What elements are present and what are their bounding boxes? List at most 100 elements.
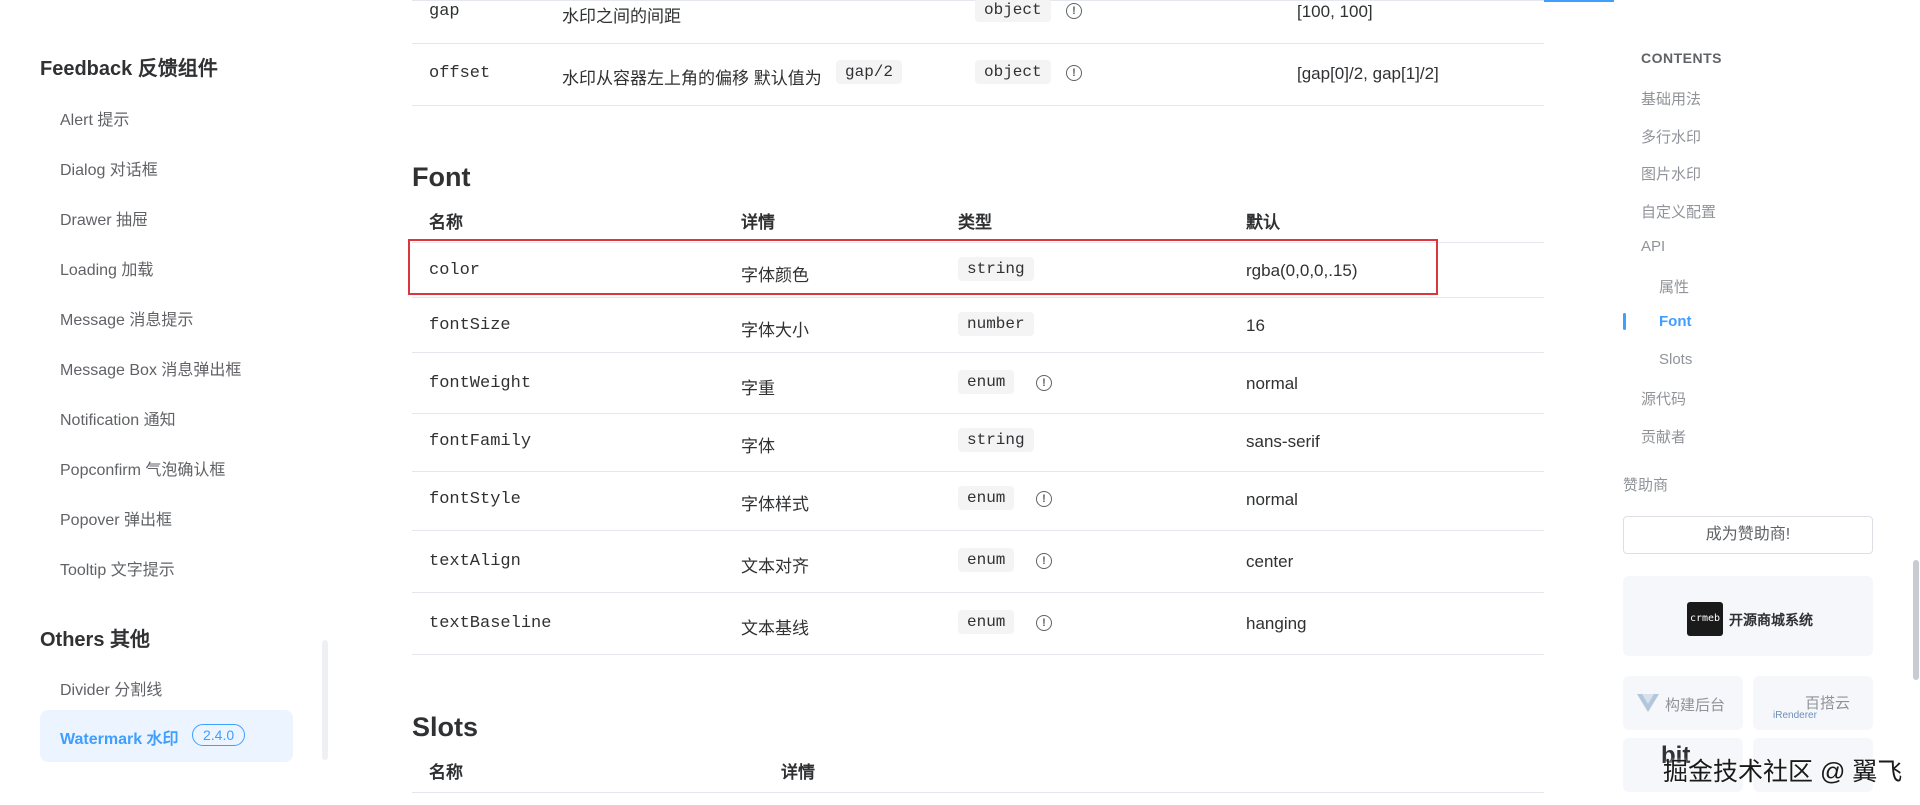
prop-default: 16: [1246, 316, 1265, 335]
sidebar-scrollbar[interactable]: [322, 640, 328, 760]
row-divider: [412, 43, 1544, 44]
prop-type: object: [975, 0, 1051, 22]
sponsor-card-crmeb[interactable]: crmeb 开源商城系统: [1623, 576, 1873, 656]
prop-type: enum: [958, 548, 1015, 572]
section-heading-slots: Slots: [412, 712, 479, 742]
sponsor-card-vue-admin[interactable]: 构建后台: [1623, 676, 1743, 730]
toc-item-source[interactable]: 源代码: [1641, 388, 1686, 409]
prop-type: string: [958, 428, 1034, 452]
info-icon[interactable]: !: [1036, 375, 1052, 391]
sponsor-name: iRenderer: [1773, 710, 1817, 721]
prop-name: fontWeight: [429, 374, 532, 393]
col-header-desc: 详情: [781, 763, 815, 782]
api-content: gap 水印之间的间距 object ! [100, 100] offset 水…: [408, 0, 1614, 805]
prop-desc: 字体大小: [741, 321, 809, 340]
prop-name: fontSize: [429, 316, 511, 335]
row-divider: [412, 105, 1544, 106]
info-icon[interactable]: !: [1066, 3, 1082, 19]
prop-name: fontStyle: [429, 490, 521, 509]
col-header-type: 类型: [958, 213, 992, 232]
sidebar-item-drawer[interactable]: Drawer 抽屉: [60, 206, 148, 230]
sidebar-item-tooltip[interactable]: Tooltip 文字提示: [60, 556, 175, 580]
toc-item-basic-usage[interactable]: 基础用法: [1641, 88, 1701, 109]
page-scrollbar[interactable]: [1913, 560, 1919, 680]
prop-name: gap: [429, 2, 460, 21]
sponsor-name: 构建后台: [1665, 697, 1726, 714]
toc-item-font[interactable]: Font: [1659, 313, 1691, 330]
toc-item-custom-config[interactable]: 自定义配置: [1641, 201, 1716, 222]
prop-type: enum: [958, 486, 1015, 510]
prop-name: color: [429, 261, 481, 280]
prop-type: enum: [958, 370, 1015, 394]
section-heading-font: Font: [412, 162, 471, 192]
prop-name: textAlign: [429, 552, 521, 571]
sidebar-group-feedback: Feedback 反馈组件: [40, 58, 218, 80]
table-of-contents: CONTENTS 基础用法 多行水印 图片水印 自定义配置 API 属性 Fon…: [1620, 0, 1880, 805]
prop-desc-code: gap/2: [836, 60, 903, 84]
prop-desc: 水印之间的间距: [562, 7, 681, 26]
prop-name: fontFamily: [429, 432, 532, 451]
sidebar-nav: Feedback 反馈组件 Alert 提示 Dialog 对话框 Drawer…: [0, 0, 330, 805]
watermark-text: 掘金技术社区 @ 翼飞: [1663, 758, 1903, 786]
row-divider: [412, 352, 1544, 353]
sidebar-item-watermark[interactable]: Watermark 水印 2.4.0: [40, 710, 293, 762]
toc-title: CONTENTS: [1641, 50, 1722, 66]
col-header-desc: 详情: [741, 213, 775, 232]
prop-default: sans-serif: [1246, 432, 1320, 451]
prop-name: textBaseline: [429, 614, 552, 633]
top-accent-bar: [1544, 0, 1614, 2]
sidebar-item-loading[interactable]: Loading 加载: [60, 256, 153, 280]
prop-desc: 字体颜色: [741, 266, 809, 285]
prop-default: [100, 100]: [1297, 2, 1373, 21]
prop-desc: 字重: [741, 379, 775, 398]
row-divider: [412, 654, 1544, 655]
row-divider: [412, 792, 1544, 793]
crmeb-logo: crmeb: [1687, 602, 1723, 636]
row-divider: [412, 530, 1544, 531]
become-sponsor-button[interactable]: 成为赞助商!: [1623, 516, 1873, 554]
sidebar-item-label: Watermark 水印: [60, 731, 179, 748]
prop-desc: 文本基线: [741, 619, 809, 638]
toc-active-marker: [1623, 313, 1626, 330]
sidebar-item-notification[interactable]: Notification 通知: [60, 406, 176, 430]
row-divider: [412, 471, 1544, 472]
toc-item-attributes[interactable]: 属性: [1659, 276, 1689, 297]
sidebar-group-others: Others 其他: [40, 629, 151, 651]
prop-default: center: [1246, 552, 1294, 571]
prop-default: normal: [1246, 374, 1298, 393]
prop-desc: 字体样式: [741, 495, 809, 514]
info-icon[interactable]: !: [1036, 491, 1052, 507]
sidebar-item-message[interactable]: Message 消息提示: [60, 306, 193, 330]
toc-item-contributors[interactable]: 贡献者: [1641, 426, 1686, 447]
prop-default: normal: [1246, 490, 1298, 509]
info-icon[interactable]: !: [1066, 65, 1082, 81]
toc-item-slots[interactable]: Slots: [1659, 351, 1692, 368]
row-divider: [412, 242, 1544, 243]
sidebar-item-dialog[interactable]: Dialog 对话框: [60, 156, 158, 180]
prop-type: string: [958, 257, 1034, 281]
toc-item-image-watermark[interactable]: 图片水印: [1641, 163, 1701, 184]
prop-desc: 水印从容器左上角的偏移 默认值为: [562, 69, 822, 88]
col-header-name: 名称: [429, 213, 463, 232]
prop-type: object: [975, 60, 1051, 84]
sidebar-item-alert[interactable]: Alert 提示: [60, 106, 129, 130]
sidebar-item-message-box[interactable]: Message Box 消息弹出框: [60, 356, 241, 380]
prop-type: enum: [958, 610, 1015, 634]
prop-default: rgba(0,0,0,.15): [1246, 261, 1358, 280]
sponsor-card-baota[interactable]: 百搭云 iRenderer: [1753, 676, 1873, 730]
toc-item-api[interactable]: API: [1641, 238, 1665, 255]
sidebar-item-popover[interactable]: Popover 弹出框: [60, 506, 172, 530]
prop-desc: 字体: [741, 437, 775, 456]
sidebar-item-popconfirm[interactable]: Popconfirm 气泡确认框: [60, 456, 225, 480]
sponsor-label: 赞助商: [1623, 477, 1669, 494]
row-divider: [412, 297, 1544, 298]
row-divider: [412, 413, 1544, 414]
info-icon[interactable]: !: [1036, 615, 1052, 631]
col-header-default: 默认: [1246, 213, 1280, 232]
toc-item-multiline[interactable]: 多行水印: [1641, 126, 1701, 147]
info-icon[interactable]: !: [1036, 553, 1052, 569]
sidebar-item-divider[interactable]: Divider 分割线: [60, 676, 162, 700]
prop-name: offset: [429, 64, 491, 83]
version-badge: 2.4.0: [192, 724, 246, 746]
col-header-name: 名称: [429, 763, 463, 782]
